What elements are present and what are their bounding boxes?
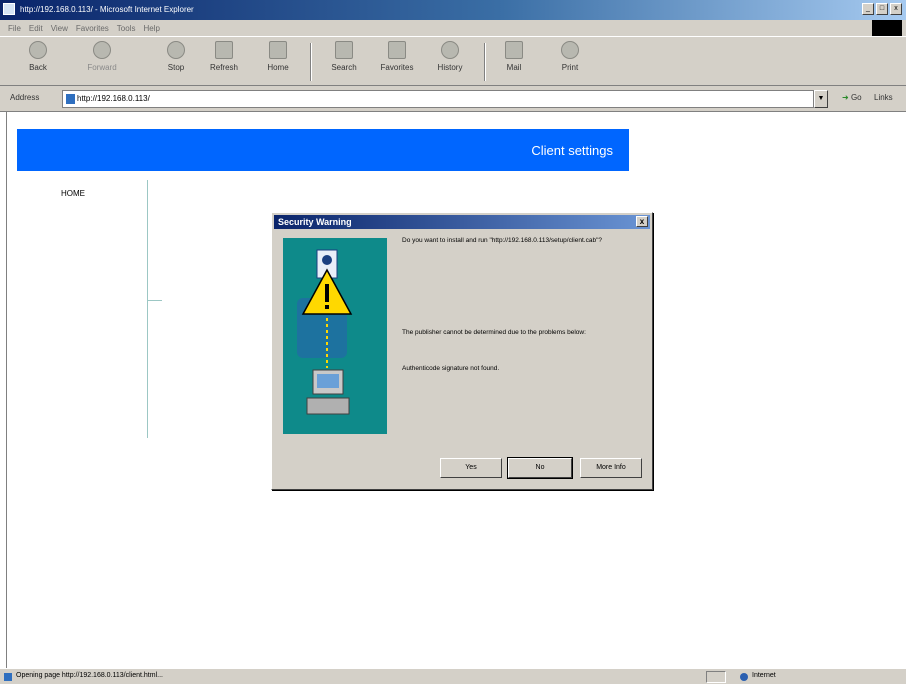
ie-app-icon (3, 3, 15, 15)
window-controls: _ □ x (862, 3, 902, 15)
computer-base-icon (306, 397, 350, 415)
back-label: Back (29, 63, 47, 72)
dialog-problem: Authenticode signature not found. (402, 365, 500, 372)
dialog-close-button[interactable]: x (636, 216, 648, 227)
menu-favorites[interactable]: Favorites (76, 24, 109, 33)
print-label: Print (561, 63, 579, 72)
address-label: Address (10, 93, 40, 102)
search-label: Search (331, 63, 357, 72)
back-button[interactable]: Back (18, 41, 58, 72)
home-icon (269, 41, 287, 59)
menu-tools[interactable]: Tools (117, 24, 136, 33)
nav-home-link[interactable]: HOME (61, 189, 85, 198)
page-icon (66, 94, 75, 104)
close-window-button[interactable]: x (890, 3, 902, 15)
forward-button[interactable]: Forward (80, 41, 124, 72)
yes-button[interactable]: Yes (440, 458, 502, 478)
maximize-button[interactable]: □ (876, 3, 888, 15)
favorites-button[interactable]: Favorites (372, 41, 422, 72)
dialog-question: Do you want to install and run "http://1… (402, 237, 602, 244)
more-info-button[interactable]: More Info (580, 458, 642, 478)
menu-help[interactable]: Help (143, 24, 159, 33)
refresh-label: Refresh (209, 63, 238, 72)
status-text: Opening page http://192.168.0.113/client… (16, 672, 163, 679)
go-button[interactable]: ➜ Go (842, 93, 862, 102)
mail-icon (505, 41, 523, 59)
back-arrow-icon (29, 41, 47, 59)
dialog-titlebar[interactable]: Security Warning x (274, 215, 650, 229)
search-icon (335, 41, 353, 59)
no-button[interactable]: No (507, 457, 573, 479)
print-icon (561, 41, 579, 59)
status-page-icon (4, 673, 12, 681)
security-warning-dialog: Security Warning x Do you want to instal… (271, 212, 653, 490)
toolbar-separator (310, 43, 312, 81)
nav-divider (147, 180, 148, 438)
warning-exclamation-bar (325, 284, 329, 302)
history-button[interactable]: History (428, 41, 472, 72)
address-bar: Address http://192.168.0.113/ ▼ ➜ Go Lin… (0, 86, 906, 112)
favorites-label: Favorites (380, 63, 414, 72)
refresh-icon (215, 41, 233, 59)
stop-label: Stop (167, 63, 185, 72)
search-button[interactable]: Search (322, 41, 366, 72)
stop-icon (167, 41, 185, 59)
history-icon (441, 41, 459, 59)
browser-toolbar: Back Forward Stop Refresh Home Search Fa… (0, 36, 906, 86)
home-button[interactable]: Home (260, 41, 296, 72)
address-input[interactable]: http://192.168.0.113/ (62, 90, 814, 108)
history-label: History (437, 63, 463, 72)
address-dropdown-button[interactable]: ▼ (814, 90, 828, 108)
security-warning-art (297, 249, 353, 415)
stop-button[interactable]: Stop (158, 41, 194, 72)
refresh-button[interactable]: Refresh (202, 41, 246, 72)
go-arrow-icon: ➜ (842, 93, 849, 102)
window-title: http://192.168.0.113/ - Microsoft Intern… (20, 5, 194, 14)
menu-edit[interactable]: Edit (29, 24, 43, 33)
security-zone-label: Internet (752, 672, 776, 679)
forward-arrow-icon (93, 41, 111, 59)
dialog-publisher-note: The publisher cannot be determined due t… (402, 329, 586, 336)
window-titlebar[interactable]: http://192.168.0.113/ - Microsoft Intern… (0, 0, 906, 20)
links-button[interactable]: Links (874, 93, 893, 102)
nav-divider-tick (148, 300, 162, 301)
page-banner: Client settings (17, 129, 629, 171)
minimize-button[interactable]: _ (862, 3, 874, 15)
computer-screen (317, 374, 339, 388)
mail-button[interactable]: Mail (494, 41, 534, 72)
banner-title: Client settings (531, 143, 613, 158)
mail-label: Mail (506, 63, 522, 72)
menu-file[interactable]: File (8, 24, 21, 33)
address-url: http://192.168.0.113/ (77, 94, 150, 103)
status-pane (706, 671, 726, 683)
dialog-title: Security Warning (278, 217, 352, 227)
certificate-seal-icon (322, 255, 332, 265)
toolbar-separator (484, 43, 486, 81)
menu-view[interactable]: View (51, 24, 68, 33)
print-button[interactable]: Print (552, 41, 588, 72)
forward-label: Forward (87, 63, 117, 72)
home-label: Home (267, 63, 289, 72)
favorites-icon (388, 41, 406, 59)
go-label: Go (850, 93, 862, 102)
status-bar: Opening page http://192.168.0.113/client… (0, 668, 906, 684)
warning-exclamation-dot (325, 305, 329, 309)
internet-zone-icon (740, 673, 748, 681)
menu-bar: File Edit View Favorites Tools Help (0, 20, 906, 36)
security-illustration (283, 238, 387, 434)
